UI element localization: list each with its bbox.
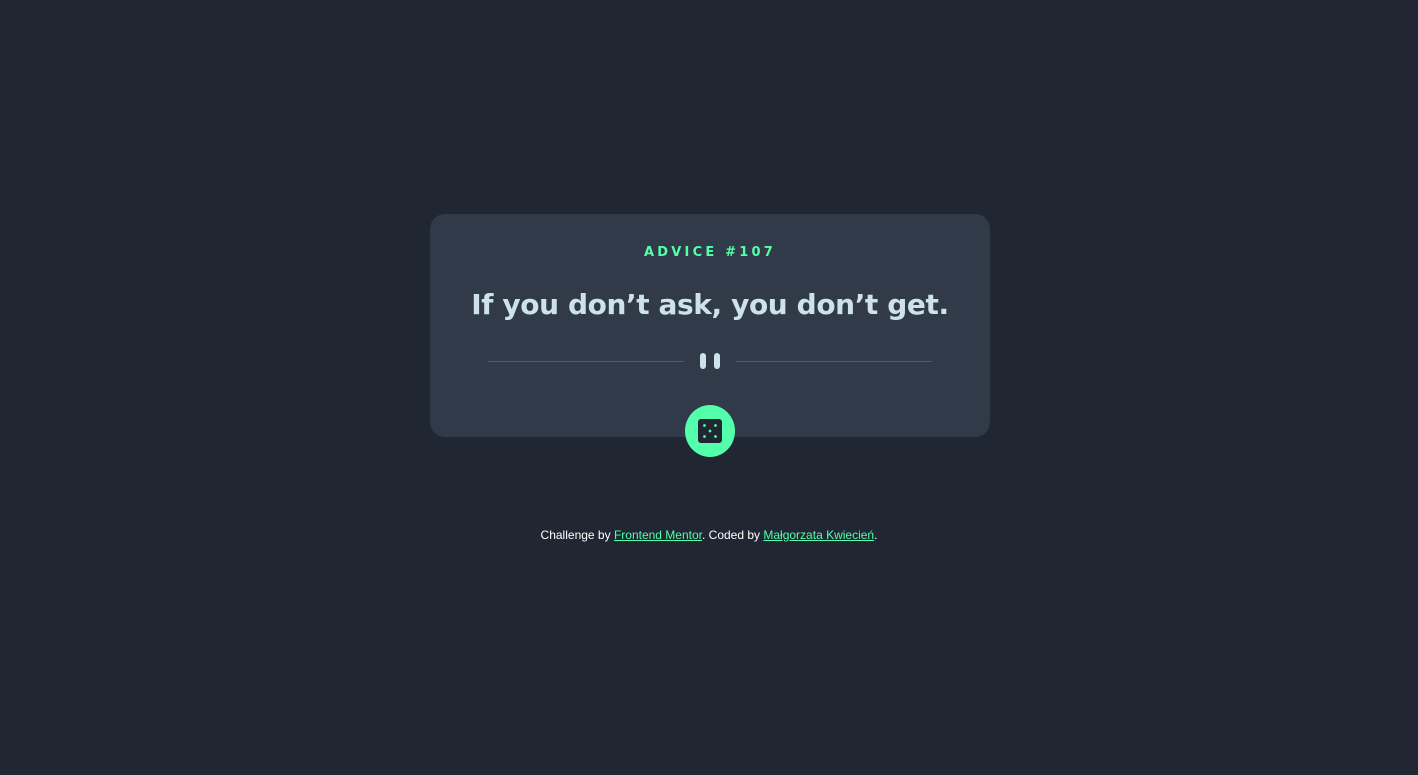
divider	[488, 352, 932, 370]
attribution-suffix: .	[874, 528, 878, 542]
divider-line-left	[488, 360, 684, 362]
dice-icon	[698, 419, 722, 443]
advice-card: ADVICE #107 If you don’t ask, you don’t …	[430, 214, 990, 437]
attribution-middle: . Coded by	[702, 528, 764, 542]
divider-line-right	[736, 360, 932, 362]
advice-id: ADVICE #107	[644, 245, 776, 260]
attribution: Challenge by Frontend Mentor. Coded by M…	[0, 528, 1418, 542]
attribution-prefix: Challenge by	[540, 528, 614, 542]
frontend-mentor-link[interactable]: Frontend Mentor	[614, 528, 702, 542]
advice-quote: If you don’t ask, you don’t get.	[471, 288, 949, 321]
pause-icon	[700, 353, 720, 369]
generate-advice-button[interactable]	[685, 405, 735, 457]
page: ADVICE #107 If you don’t ask, you don’t …	[0, 0, 1418, 775]
author-link[interactable]: Małgorzata Kwiecień	[763, 528, 874, 542]
